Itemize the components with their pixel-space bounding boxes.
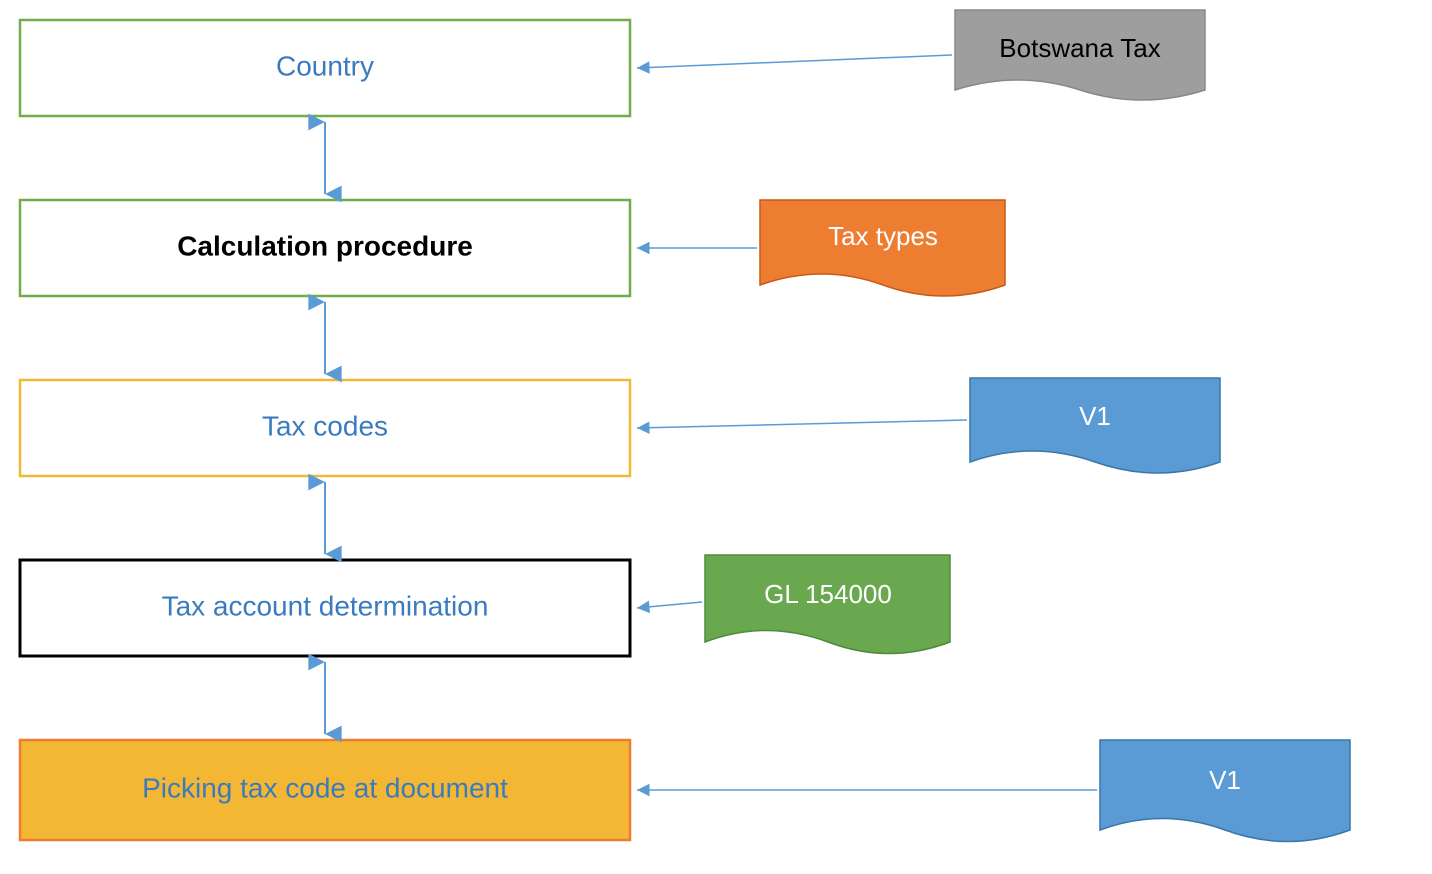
box-picking-tax-code-label: Picking tax code at document bbox=[142, 772, 508, 803]
doc-gl-account: GL 154000 bbox=[705, 555, 950, 654]
arrow-botswana-to-country bbox=[637, 55, 952, 68]
box-country: Country bbox=[20, 20, 630, 116]
doc-v1-tax-code: V1 bbox=[970, 378, 1220, 473]
box-tax-codes: Tax codes bbox=[20, 380, 630, 476]
doc-botswana-tax: Botswana Tax bbox=[955, 10, 1205, 100]
tax-flow-diagram: Country Calculation procedure Tax codes … bbox=[0, 0, 1432, 874]
doc-gl-account-label: GL 154000 bbox=[764, 579, 892, 609]
box-tax-codes-label: Tax codes bbox=[262, 410, 388, 441]
doc-tax-types: Tax types bbox=[760, 200, 1005, 296]
box-calc-procedure-label: Calculation procedure bbox=[177, 230, 473, 261]
arrow-gl-to-acct bbox=[637, 602, 702, 608]
box-calc-procedure: Calculation procedure bbox=[20, 200, 630, 296]
arrow-v1-to-codes bbox=[637, 420, 967, 428]
box-tax-account-determination-label: Tax account determination bbox=[162, 590, 489, 621]
box-picking-tax-code: Picking tax code at document bbox=[20, 740, 630, 840]
doc-v1-document: V1 bbox=[1100, 740, 1350, 842]
box-tax-account-determination: Tax account determination bbox=[20, 560, 630, 656]
doc-tax-types-label: Tax types bbox=[828, 221, 938, 251]
box-country-label: Country bbox=[276, 50, 374, 81]
doc-v1-tax-code-label: V1 bbox=[1079, 401, 1111, 431]
doc-botswana-tax-label: Botswana Tax bbox=[999, 33, 1160, 63]
doc-v1-document-label: V1 bbox=[1209, 765, 1241, 795]
